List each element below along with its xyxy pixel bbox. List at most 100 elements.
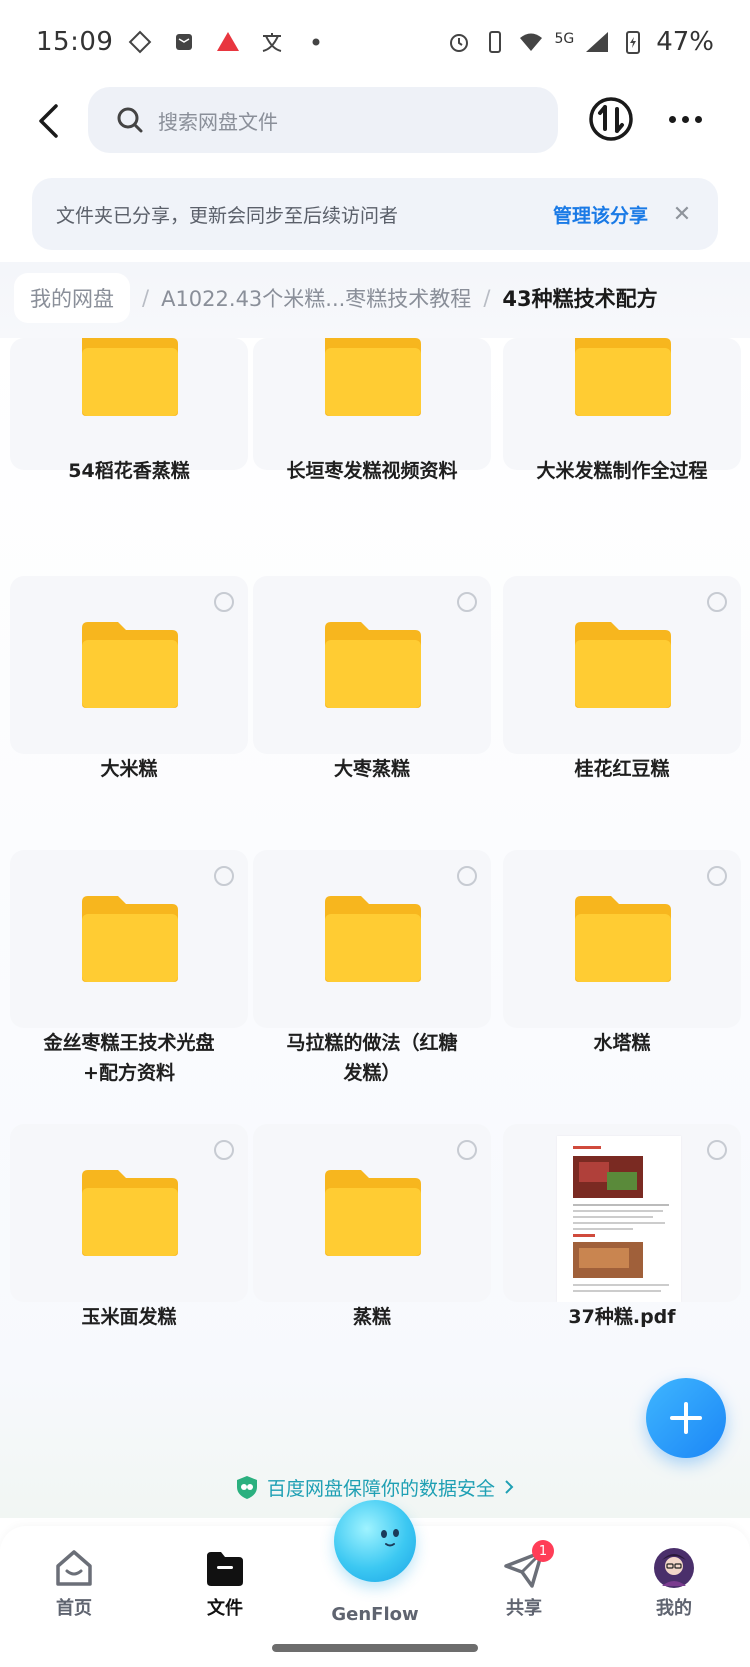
folder-icon <box>575 338 671 416</box>
folder-tile <box>10 1124 248 1302</box>
folder-tile <box>253 850 491 1028</box>
pdf-preview-image <box>573 1146 669 1292</box>
select-checkbox[interactable] <box>707 592 727 612</box>
alarm-icon <box>450 34 469 52</box>
genflow-orb-icon[interactable] <box>334 1500 416 1582</box>
back-arrow-icon <box>39 104 58 138</box>
dot-icon <box>312 38 320 46</box>
more-dot-icon <box>681 115 689 123</box>
security-notice[interactable]: 百度网盘保障你的数据安全 <box>0 1470 750 1504</box>
select-checkbox[interactable] <box>214 592 234 612</box>
folder-tile <box>10 338 248 470</box>
share-banner: 文件夹已分享，更新会同步至后续访问者 管理该分享 ✕ <box>32 178 718 250</box>
status-time: 15:09 <box>36 27 114 57</box>
folder-name: 金丝枣糕王技术光盘 +配方资料 <box>10 1028 248 1088</box>
folder-icon <box>82 338 178 416</box>
vibrate-icon <box>489 31 502 53</box>
share-banner-message: 文件夹已分享，更新会同步至后续访问者 <box>56 204 399 227</box>
folder-tile <box>503 850 741 1028</box>
folder-icon <box>325 622 421 708</box>
signal-icon <box>586 32 609 52</box>
folder-tile <box>253 338 491 470</box>
wifi-icon <box>520 33 543 51</box>
tab-mine[interactable]: 我的 <box>624 1546 724 1620</box>
more-dot-icon <box>694 115 702 123</box>
folder-icon <box>575 896 671 982</box>
folder-name: 大枣蒸糕 <box>333 758 410 780</box>
home-indicator[interactable] <box>272 1644 478 1652</box>
file-tile <box>503 1124 741 1302</box>
tab-share[interactable]: 1 共享 <box>474 1540 574 1620</box>
folder-tile <box>503 576 741 754</box>
folder-icon <box>325 896 421 982</box>
folder-name-line: 发糕） <box>343 1062 401 1084</box>
breadcrumb-bar: 我的网盘 / A1022.43个米糕...枣糕技术教程 / 43种糕技术配方 <box>0 262 750 338</box>
folder-name: 54稻花香蒸糕 <box>68 460 190 482</box>
tab-genflow[interactable]: GenFlow <box>325 1600 425 1625</box>
folder-name-line: +配方资料 <box>83 1062 175 1084</box>
select-checkbox[interactable] <box>457 866 477 886</box>
folder-name: 桂花红豆糕 <box>574 758 670 780</box>
file-name: 37种糕.pdf <box>568 1306 676 1328</box>
select-checkbox[interactable] <box>457 592 477 612</box>
add-button[interactable] <box>646 1378 726 1458</box>
transfer-icon <box>589 97 633 141</box>
battery-icon <box>626 31 641 54</box>
chevron-right-icon <box>505 1480 514 1494</box>
tab-files[interactable]: 文件 <box>175 1546 275 1620</box>
app-red-icon <box>217 32 240 51</box>
close-icon[interactable]: ✕ <box>670 202 694 227</box>
select-checkbox[interactable] <box>214 866 234 886</box>
transfer-button[interactable] <box>588 96 634 142</box>
plus-icon <box>670 1402 702 1434</box>
back-button[interactable] <box>24 94 74 148</box>
share-badge: 1 <box>532 1540 554 1562</box>
folder-icon <box>325 1170 421 1256</box>
select-checkbox[interactable] <box>707 1140 727 1160</box>
network-type: 5G <box>554 31 575 47</box>
breadcrumb-root[interactable]: 我的网盘 <box>14 273 130 323</box>
avatar <box>652 1546 696 1590</box>
folder-icon <box>82 896 178 982</box>
folder-tile <box>10 576 248 754</box>
search-input[interactable]: 搜索网盘文件 <box>88 87 558 153</box>
status-left-icons <box>127 29 329 55</box>
tab-label: GenFlow <box>331 1604 419 1625</box>
home-icon <box>52 1546 96 1590</box>
folder-name: 水塔糕 <box>593 1032 651 1054</box>
tab-home[interactable]: 首页 <box>24 1546 124 1620</box>
folder-icon <box>203 1546 247 1590</box>
folder-name: 蒸糕 <box>352 1306 391 1328</box>
mail-icon <box>176 34 193 50</box>
shield-icon <box>236 1476 257 1499</box>
breadcrumb-separator: / <box>483 286 491 310</box>
tab-label: 首页 <box>56 1598 92 1619</box>
tab-label: 文件 <box>207 1598 243 1619</box>
breadcrumb-separator: / <box>142 286 150 310</box>
status-bar: 15:09 5G 47% <box>0 0 750 84</box>
battery-percent: 47% <box>656 27 714 57</box>
breadcrumb-current: 43种糕技术配方 <box>502 287 658 311</box>
select-checkbox[interactable] <box>214 1140 234 1160</box>
pdf-thumbnail <box>557 1136 681 1302</box>
top-bar: 搜索网盘文件 <box>0 86 750 156</box>
folder-tile <box>253 1124 491 1302</box>
tab-label: 我的 <box>656 1598 692 1619</box>
file-grid: 54稻花香蒸糕 长垣枣发糕视频资料 大米发糕制作全过程 大米糕 大枣蒸糕 桂花红 <box>0 338 750 1518</box>
search-icon <box>117 107 143 133</box>
folder-icon <box>82 1170 178 1256</box>
folder-tile <box>503 338 741 470</box>
more-button[interactable] <box>664 98 706 140</box>
breadcrumb-middle[interactable]: A1022.43个米糕...枣糕技术教程 <box>161 283 471 313</box>
breadcrumb: 我的网盘 / A1022.43个米糕...枣糕技术教程 / 43种糕技术配方 <box>14 272 658 324</box>
folder-icon <box>575 622 671 708</box>
select-checkbox[interactable] <box>457 1140 477 1160</box>
folder-name-line: 金丝枣糕王技术光盘 <box>43 1032 215 1054</box>
folder-icon <box>325 338 421 416</box>
folder-name: 马拉糕的做法（红糖 发糕） <box>253 1028 491 1088</box>
genflow-face-icon <box>381 1529 399 1547</box>
manage-share-link[interactable]: 管理该分享 <box>553 201 648 228</box>
translate-icon <box>263 33 282 52</box>
select-checkbox[interactable] <box>707 866 727 886</box>
folder-icon <box>82 622 178 708</box>
